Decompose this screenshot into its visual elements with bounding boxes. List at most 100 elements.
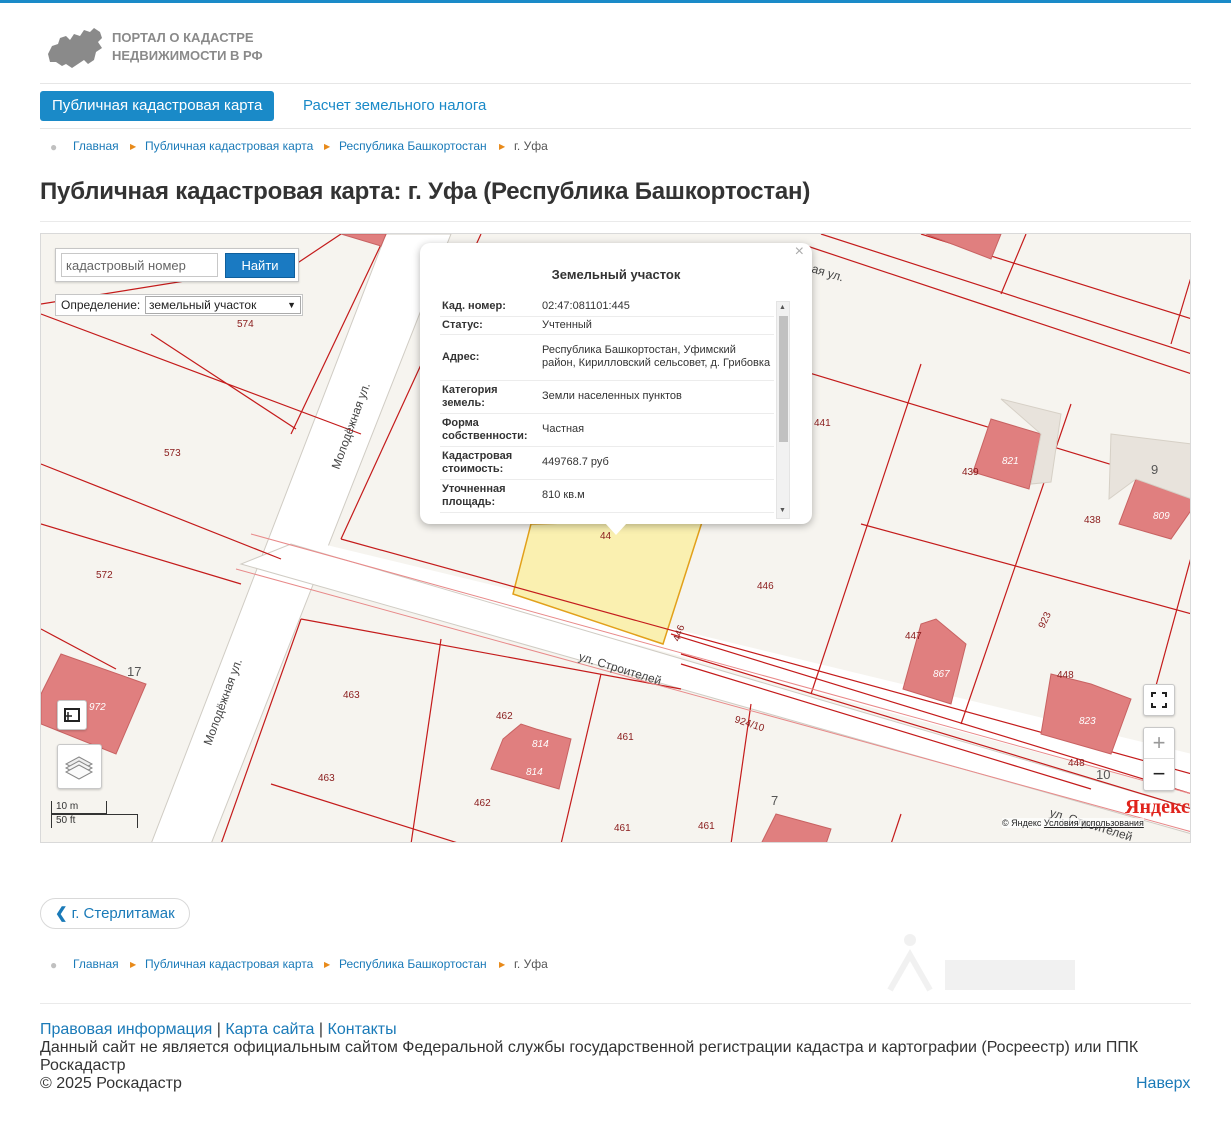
parcel-label: 461 bbox=[614, 823, 631, 834]
parcel-info-table: Кад. номер: 02:47:081101:445 Статус: Учтен… bbox=[440, 298, 774, 513]
table-row: Кадастровая стоимость: 449768.7 руб bbox=[440, 446, 774, 480]
breadcrumb-current: г. Уфа bbox=[514, 139, 548, 153]
ruler-button[interactable] bbox=[57, 700, 87, 730]
logo-line1: ПОРТАЛ О КАДАСТРЕ bbox=[112, 30, 254, 45]
table-row: Кад. номер: 02:47:081101:445 bbox=[440, 298, 774, 317]
nav-tab-cadastral-map[interactable]: Публичная кадастровая карта bbox=[40, 91, 275, 121]
russia-map-icon[interactable] bbox=[44, 24, 106, 70]
nav-tab-land-tax[interactable]: Расчет земельного налога bbox=[303, 91, 486, 121]
house-number: 10 bbox=[1096, 767, 1110, 782]
house-number: 7 bbox=[771, 793, 778, 808]
house-number: 17 bbox=[127, 664, 141, 679]
location-pin-icon: ● bbox=[50, 140, 58, 154]
breadcrumb-region[interactable]: Республика Башкортостан bbox=[339, 957, 487, 971]
terms-link[interactable]: Условия использования bbox=[1044, 818, 1144, 828]
separator: | bbox=[216, 1021, 221, 1038]
breadcrumb-home[interactable]: Главная bbox=[73, 957, 119, 971]
breadcrumb-arrow-icon: ▶ bbox=[130, 142, 137, 151]
legal-info-link[interactable]: Правовая информация bbox=[40, 1021, 212, 1038]
scroll-up-icon[interactable]: ▲ bbox=[779, 304, 786, 311]
zoom-control: + − bbox=[1143, 727, 1175, 791]
parcel-label: 572 bbox=[96, 570, 113, 581]
copyright-text: © 2025 Роскадастр bbox=[40, 1075, 182, 1092]
breadcrumb-arrow-icon: ▶ bbox=[324, 960, 331, 969]
prev-city-button[interactable]: ❮ г. Стерлитамак bbox=[40, 898, 190, 929]
back-to-top-link[interactable]: Наверх bbox=[1136, 1075, 1190, 1093]
parcel-label: 439 bbox=[962, 467, 979, 478]
building-label: 823 bbox=[1079, 716, 1096, 727]
popup-tail bbox=[605, 523, 627, 535]
scrollbar-thumb[interactable] bbox=[779, 316, 788, 442]
breadcrumb-arrow-icon: ▶ bbox=[499, 960, 506, 969]
contacts-link[interactable]: Контакты bbox=[328, 1021, 397, 1038]
row-value: 449768.7 руб bbox=[540, 446, 774, 480]
breadcrumb-arrow-icon: ▶ bbox=[130, 960, 137, 969]
definition-value: земельный участок bbox=[149, 298, 257, 312]
parcel-label: 573 bbox=[164, 448, 181, 459]
divider bbox=[40, 1003, 1191, 1004]
table-row: Адрес: Республика Башкортостан, Уфимский … bbox=[440, 334, 774, 381]
row-key: Форма собственности: bbox=[440, 413, 540, 447]
parcel-label: 463 bbox=[318, 773, 335, 784]
table-row: Статус: Учтенный bbox=[440, 316, 774, 335]
building-label: 814 bbox=[526, 767, 543, 778]
building-label: 821 bbox=[1002, 456, 1019, 467]
yandex-logo[interactable]: Яндекс bbox=[1125, 796, 1190, 819]
popup-title: Земельный участок bbox=[551, 267, 681, 282]
building-label: 867 bbox=[933, 669, 950, 680]
cadastral-search-box: Найти bbox=[55, 248, 299, 282]
scroll-down-icon[interactable]: ▼ bbox=[779, 507, 786, 514]
parcel-label: 448 bbox=[1057, 670, 1074, 681]
cadastral-number-input[interactable] bbox=[61, 253, 218, 277]
definition-selector: Определение: земельный участок ▼ bbox=[55, 294, 303, 316]
copyright-text: © Яндекс bbox=[1002, 818, 1042, 828]
map-scale: 10 m 50 ft bbox=[51, 801, 138, 828]
row-key: Адрес: bbox=[440, 334, 540, 381]
map-copyright: © Яндекс Условия использования bbox=[1002, 818, 1144, 828]
logo-text[interactable]: ПОРТАЛ О КАДАСТРЕ НЕДВИЖИМОСТИ В РФ bbox=[112, 29, 263, 65]
zoom-out-button[interactable]: − bbox=[1144, 759, 1174, 790]
row-value: 02:47:081101:445 bbox=[540, 298, 774, 317]
building-label: 814 bbox=[532, 739, 549, 750]
layers-button[interactable] bbox=[57, 744, 102, 789]
breadcrumb-arrow-icon: ▶ bbox=[499, 142, 506, 151]
row-key: Кад. номер: bbox=[440, 298, 540, 317]
breadcrumb-region[interactable]: Республика Башкортостан bbox=[339, 139, 487, 153]
dropdown-arrow-icon: ▼ bbox=[287, 300, 296, 310]
site-header: ПОРТАЛ О КАДАСТРЕ НЕДВИЖИМОСТИ В РФ bbox=[40, 22, 1191, 84]
page-title: Публичная кадастровая карта: г. Уфа (Рес… bbox=[40, 178, 811, 205]
chevron-left-icon: ❮ bbox=[55, 905, 68, 922]
parcel-label: 574 bbox=[237, 319, 254, 330]
location-pin-icon: ● bbox=[50, 958, 58, 972]
row-value: Земли населенных пунктов bbox=[540, 380, 774, 414]
parcel-label: 447 bbox=[905, 631, 922, 642]
breadcrumb-cadastral-map[interactable]: Публичная кадастровая карта bbox=[145, 957, 313, 971]
separator: | bbox=[318, 1021, 324, 1038]
find-button[interactable]: Найти bbox=[225, 253, 295, 278]
close-icon[interactable]: × bbox=[795, 243, 804, 261]
cadastral-map[interactable]: 574 573 572 463 463 462 462 461 461 461 … bbox=[40, 233, 1191, 843]
breadcrumb-cadastral-map[interactable]: Публичная кадастровая карта bbox=[145, 139, 313, 153]
parcel-label: 448 bbox=[1068, 758, 1085, 769]
parcel-label: 446 bbox=[757, 581, 774, 592]
sitemap-link[interactable]: Карта сайта bbox=[225, 1021, 314, 1038]
parcel-label: 462 bbox=[474, 798, 491, 809]
parcel-label: 463 bbox=[343, 690, 360, 701]
parcel-label: 461 bbox=[698, 821, 715, 832]
top-accent-bar bbox=[0, 0, 1231, 3]
logo-line2: НЕДВИЖИМОСТИ В РФ bbox=[112, 48, 263, 63]
popup-scrollbar[interactable]: ▲ ▼ bbox=[776, 301, 790, 519]
fullscreen-button[interactable] bbox=[1143, 684, 1175, 716]
row-value: Республика Башкортостан, Уфимский район,… bbox=[540, 334, 774, 381]
layers-icon bbox=[64, 756, 94, 780]
zoom-in-button[interactable]: + bbox=[1144, 728, 1174, 759]
prev-city-label: г. Стерлитамак bbox=[71, 905, 175, 922]
footer-links: Правовая информация | Карта сайта | Конт… bbox=[40, 1021, 397, 1039]
definition-select[interactable]: земельный участок ▼ bbox=[145, 296, 301, 314]
divider bbox=[40, 221, 1191, 222]
fullscreen-icon bbox=[1151, 692, 1167, 708]
breadcrumb-home[interactable]: Главная bbox=[73, 139, 119, 153]
breadcrumb-arrow-icon: ▶ bbox=[324, 142, 331, 151]
row-value: Частная bbox=[540, 413, 774, 447]
table-row: Категория земель: Земли населенных пункто… bbox=[440, 380, 774, 414]
